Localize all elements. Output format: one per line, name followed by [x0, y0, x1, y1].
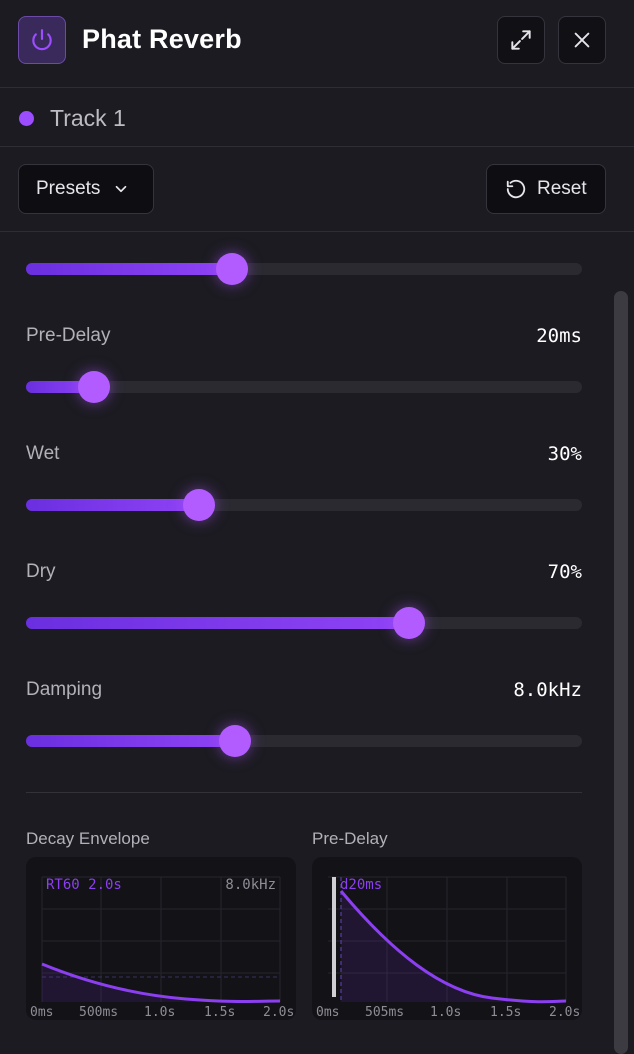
param-value-damping: 8.0kHz	[513, 679, 582, 701]
decay-envelope-title: Decay Envelope	[26, 829, 150, 848]
decay-freq-readout: 8.0kHz	[225, 877, 276, 893]
scrollbar-thumb[interactable]	[614, 291, 628, 1054]
toolbar: Presets Reset	[0, 148, 634, 232]
pre-delay-readout: d20ms	[340, 877, 382, 893]
section-divider	[26, 792, 582, 793]
close-icon	[574, 32, 590, 48]
close-button[interactable]	[558, 16, 606, 64]
slider-pre-delay[interactable]	[26, 371, 582, 403]
reset-label: Reset	[537, 178, 587, 199]
param-label-pre-delay: Pre-Delay	[26, 325, 111, 346]
pre-delay-tick: 1.0s	[430, 1005, 461, 1020]
reset-button[interactable]: Reset	[486, 164, 606, 214]
slider-thumb[interactable]	[78, 371, 110, 403]
pre-delay-graph: d20ms 0ms 505ms 1.0s 1.5s 2.0s	[312, 857, 582, 1020]
pre-delay-tick: 1.5s	[490, 1005, 521, 1020]
param-label-wet: Wet	[26, 443, 60, 464]
slider-decay[interactable]	[26, 253, 582, 285]
pre-delay-viz-title: Pre-Delay	[312, 829, 388, 848]
plugin-window: Phat Reverb Track 1 Presets Reset Pre-De…	[0, 0, 634, 1054]
slider-damping[interactable]	[26, 725, 582, 757]
presets-label: Presets	[36, 178, 101, 199]
pre-delay-tick: 505ms	[365, 1005, 404, 1020]
decay-tick: 0ms	[30, 1005, 53, 1020]
pre-delay-tick: 0ms	[316, 1005, 339, 1020]
slider-thumb[interactable]	[393, 607, 425, 639]
parameters-panel: Pre-Delay 20ms Wet 30% Dry 70% Damping 8…	[0, 233, 634, 1054]
plugin-title: Phat Reverb	[82, 24, 242, 54]
expand-icon	[511, 30, 531, 50]
slider-fill	[26, 617, 409, 629]
param-label-damping: Damping	[26, 679, 103, 700]
power-button[interactable]	[18, 16, 66, 64]
track-name: Track 1	[50, 105, 126, 131]
slider-fill	[26, 735, 235, 747]
expand-button[interactable]	[497, 16, 545, 64]
decay-tick: 500ms	[79, 1005, 118, 1020]
slider-wet[interactable]	[26, 489, 582, 521]
reset-icon	[506, 179, 526, 199]
chevron-down-icon	[116, 185, 127, 193]
param-value-pre-delay: 20ms	[536, 325, 582, 347]
power-icon	[32, 29, 52, 51]
track-row: Track 1	[0, 89, 634, 147]
slider-fill	[26, 263, 232, 275]
header: Phat Reverb	[0, 0, 634, 88]
decay-envelope-graph: RT60 2.0s 8.0kHz 0ms 500ms 1.0s 1.5s 2.0…	[26, 857, 296, 1020]
decay-tick: 1.0s	[144, 1005, 175, 1020]
param-value-dry: 70%	[547, 561, 582, 583]
param-value-wet: 30%	[547, 443, 582, 465]
slider-thumb[interactable]	[219, 725, 251, 757]
decay-tick: 1.5s	[204, 1005, 235, 1020]
slider-thumb[interactable]	[183, 489, 215, 521]
decay-tick: 2.0s	[263, 1005, 294, 1020]
presets-dropdown[interactable]: Presets	[18, 164, 154, 214]
pre-delay-tick: 2.0s	[549, 1005, 580, 1020]
param-label-dry: Dry	[26, 561, 56, 582]
slider-dry[interactable]	[26, 607, 582, 639]
slider-thumb[interactable]	[216, 253, 248, 285]
rt60-readout: RT60 2.0s	[46, 877, 122, 893]
slider-fill	[26, 499, 199, 511]
track-color-dot	[19, 111, 34, 126]
